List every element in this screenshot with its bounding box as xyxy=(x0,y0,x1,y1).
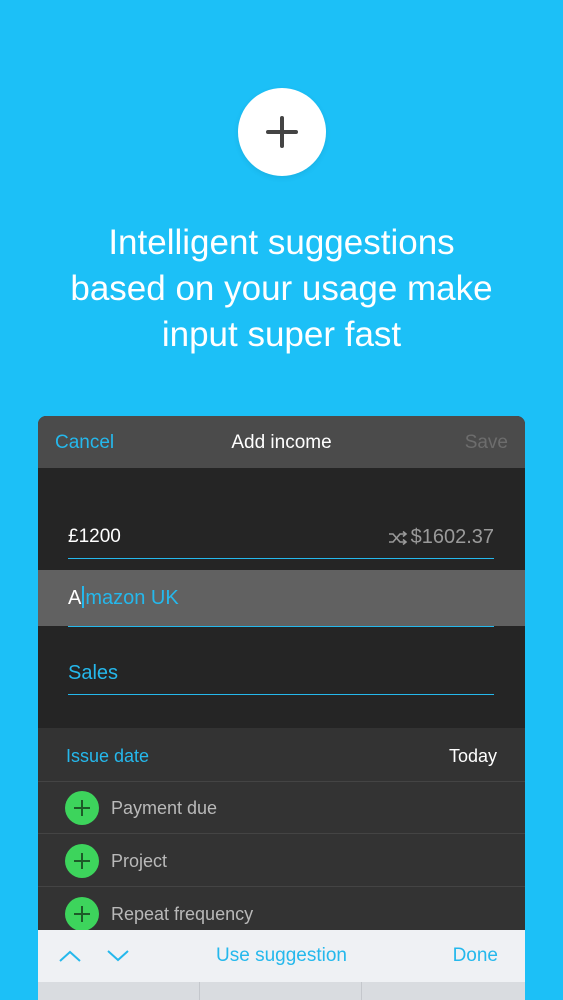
converted-amount-value: $1602.37 xyxy=(410,526,494,548)
nav-title: Add income xyxy=(231,432,332,453)
amount-field[interactable]: £1200 $1602.37 xyxy=(68,520,494,559)
chevron-down-icon xyxy=(107,950,129,962)
keyboard-top xyxy=(38,982,525,1000)
project-row[interactable]: Project xyxy=(38,834,525,887)
payment-due-row[interactable]: Payment due xyxy=(38,781,525,834)
plus-icon xyxy=(74,906,90,922)
add-button[interactable] xyxy=(238,88,326,176)
project-label: Project xyxy=(111,851,168,871)
payer-typed-text: A xyxy=(68,587,82,609)
keyboard-key[interactable] xyxy=(200,982,362,1000)
issue-date-row[interactable]: Issue date Today xyxy=(38,728,525,782)
chevron-up-icon xyxy=(59,950,81,962)
app-screen: Cancel Add income Save £1200 $1602.37 Am… xyxy=(38,416,525,1000)
payer-suggestion-text: mazon UK xyxy=(85,587,179,609)
input-accessory-toolbar: Use suggestion Done xyxy=(38,930,525,982)
next-field-button[interactable] xyxy=(106,948,130,967)
nav-bar: Cancel Add income Save xyxy=(38,416,525,468)
converted-amount[interactable]: $1602.37 xyxy=(388,526,494,549)
previous-field-button[interactable] xyxy=(58,948,82,967)
done-button[interactable]: Done xyxy=(453,945,498,967)
plus-icon xyxy=(266,116,298,148)
repeat-frequency-label: Repeat frequency xyxy=(111,904,254,924)
payment-due-label: Payment due xyxy=(111,798,218,818)
headline-line: Intelligent suggestions xyxy=(108,223,455,262)
plus-icon xyxy=(74,853,90,869)
shuffle-icon xyxy=(388,530,407,545)
keyboard-key[interactable] xyxy=(362,982,525,1000)
category-field[interactable]: Sales xyxy=(68,656,494,695)
use-suggestion-button[interactable]: Use suggestion xyxy=(216,945,347,966)
category-value: Sales xyxy=(68,662,119,684)
issue-date-value: Today xyxy=(448,746,497,766)
add-payment-due-button[interactable] xyxy=(65,791,99,825)
headline: Intelligent suggestions based on your us… xyxy=(0,220,563,358)
issue-date-label: Issue date xyxy=(66,746,150,766)
add-repeat-frequency-button[interactable] xyxy=(65,897,99,931)
keyboard-key[interactable] xyxy=(38,982,200,1000)
plus-icon xyxy=(74,800,90,816)
payer-field[interactable]: Amazon UK xyxy=(68,582,494,627)
headline-line: input super fast xyxy=(161,315,402,354)
amount-value: £1200 xyxy=(68,526,121,547)
add-project-button[interactable] xyxy=(65,844,99,878)
save-button[interactable]: Save xyxy=(465,432,508,454)
headline-line: based on your usage make xyxy=(70,269,493,308)
